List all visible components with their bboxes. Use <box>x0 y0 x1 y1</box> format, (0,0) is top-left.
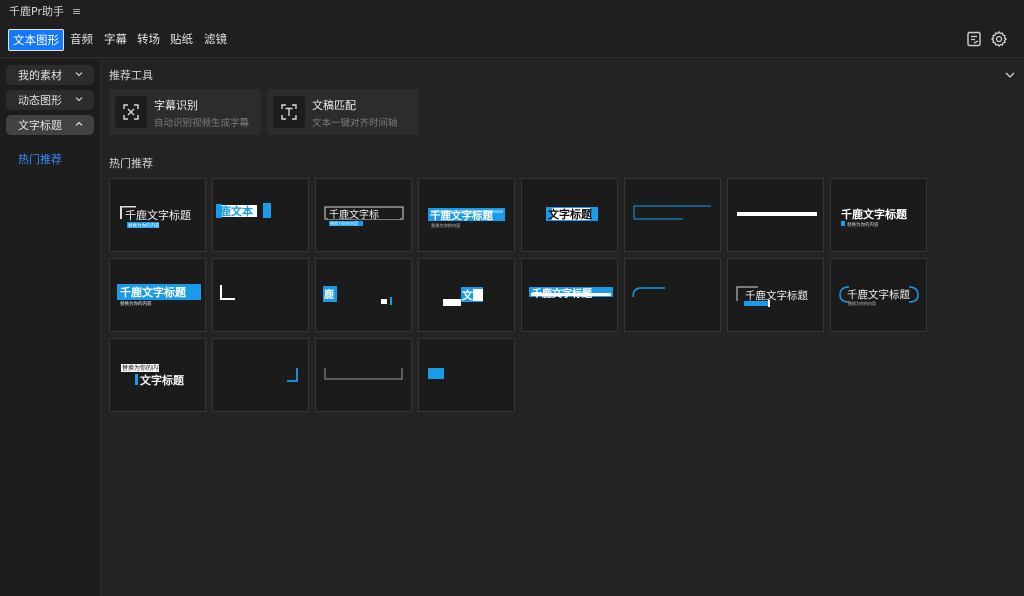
tool-card-subtitle-recognition[interactable]: 字幕识别 自动识别视频生成字幕 <box>109 89 261 135</box>
thumb-title: 文字标题 <box>548 207 593 221</box>
title-bar: 千鹿Pr助手 ≡ <box>0 0 1024 22</box>
sidebar-item-label: 我的素材 <box>18 69 62 82</box>
template-thumb[interactable] <box>212 338 309 412</box>
sidebar-item-label: 文字标题 <box>18 119 62 132</box>
template-thumb[interactable] <box>727 178 824 252</box>
thumb-title: 千鹿文字标题 <box>430 209 493 222</box>
template-thumb[interactable]: 千鹿文字标题 替换为你的内容 <box>830 258 927 332</box>
thumb-title: 千鹿文字标题 <box>120 285 187 299</box>
thumb-title: 千鹿文字标题 <box>125 208 191 222</box>
settings-gear-icon[interactable] <box>990 30 1008 48</box>
tool-title: 字幕识别 <box>154 99 198 112</box>
sidebar: 我的素材 动态图形 文字标题 热门推荐 <box>0 59 101 596</box>
thumb-title: 千鹿文字标题 <box>841 207 908 221</box>
tool-card-text-match[interactable]: 文稿匹配 文本一键对齐时间轴 <box>267 89 419 135</box>
tab-audio[interactable]: 音频 <box>67 29 96 51</box>
template-thumb[interactable] <box>212 258 309 332</box>
tab-filters[interactable]: 滤镜 <box>201 29 230 51</box>
template-thumb[interactable]: 鹿 <box>315 258 412 332</box>
collapse-chevron-icon[interactable] <box>1004 69 1016 81</box>
sidebar-item-text-titles[interactable]: 文字标题 <box>6 115 94 135</box>
thumb-title: 千鹿文字标题 <box>847 288 910 301</box>
tab-subtitles[interactable]: 字幕 <box>101 29 130 51</box>
template-thumb[interactable]: 千鹿文字标题 替换为你的内容 <box>109 258 206 332</box>
thumb-subtitle: 替换为你的内容 <box>120 300 152 307</box>
thumb-title: 鹿 <box>324 288 334 301</box>
thumb-subtitle: 替换为你的内容 <box>847 221 879 228</box>
sidebar-item-motion-graphics[interactable]: 动态图形 <box>6 90 94 110</box>
template-thumb[interactable] <box>624 258 721 332</box>
tab-stickers[interactable]: 贴纸 <box>167 29 196 51</box>
chevron-down-icon <box>75 97 83 102</box>
tool-description: 自动识别视频生成字幕 <box>154 118 250 129</box>
text-match-icon <box>273 96 305 128</box>
chevron-up-icon <box>75 121 83 126</box>
template-thumb[interactable]: 文字标题 <box>521 178 618 252</box>
tool-title: 文稿匹配 <box>312 99 356 112</box>
main-panel: 推荐工具 字幕识别 自动识别视频生成字幕 文稿匹配 文本一键对齐时间轴 热门推荐… <box>101 59 1024 596</box>
thumb-title: 鹿文本 <box>220 204 253 218</box>
hot-heading: 热门推荐 <box>109 157 153 170</box>
thumb-title: 千鹿文字标题 <box>532 287 593 300</box>
sidebar-subitem-hot[interactable]: 热门推荐 <box>18 151 62 167</box>
template-thumb[interactable]: 文 <box>418 258 515 332</box>
thumb-subtitle: 替换为你的内容 <box>330 220 358 226</box>
thumb-title: 千鹿文字标题 <box>745 289 808 302</box>
sidebar-item-my-assets[interactable]: 我的素材 <box>6 65 94 85</box>
hamburger-menu-icon[interactable]: ≡ <box>72 5 81 18</box>
tab-text-graphics[interactable]: 文本图形 <box>8 29 64 51</box>
tab-transitions[interactable]: 转场 <box>134 29 163 51</box>
template-thumb[interactable]: 鹿文本 <box>212 178 309 252</box>
template-thumb[interactable]: 千鹿文字标题 替换为你的内容 <box>109 178 206 252</box>
tab-bar: 文本图形 音频 字幕 转场 贴纸 滤镜 <box>0 22 1024 58</box>
template-thumb[interactable] <box>418 338 515 412</box>
chevron-down-icon <box>75 72 83 77</box>
template-thumb[interactable] <box>315 338 412 412</box>
notes-icon[interactable] <box>965 30 983 48</box>
template-thumb[interactable]: 千鹿文字标题 替换为你的内容 <box>830 178 927 252</box>
scan-subtitle-icon <box>115 96 147 128</box>
tool-description: 文本一键对齐时间轴 <box>312 118 398 129</box>
thumb-title: 文 <box>462 288 474 302</box>
template-thumb[interactable]: 千鹿文字标题 <box>727 258 824 332</box>
thumb-subtitle: 替换为你的内容 <box>128 222 160 229</box>
template-thumb[interactable]: 千鹿文字标题 <box>521 258 618 332</box>
thumb-subtitle: 替换为你的内容 <box>431 222 460 229</box>
thumb-title: 千鹿文字标 <box>329 208 379 221</box>
tools-heading: 推荐工具 <box>109 69 153 82</box>
thumb-subtitle: 替换为你的内容 <box>122 364 164 372</box>
app-title: 千鹿Pr助手 <box>9 5 64 18</box>
thumb-subtitle: 替换为你的内容 <box>848 300 876 306</box>
template-thumb[interactable] <box>624 178 721 252</box>
sidebar-item-label: 动态图形 <box>18 94 62 107</box>
thumb-title: 文字标题 <box>140 373 185 387</box>
template-thumb[interactable]: 千鹿文字标题 替换为你的内容 <box>418 178 515 252</box>
template-thumb[interactable]: 替换为你的内容 文字标题 <box>109 338 206 412</box>
template-thumb[interactable]: 千鹿文字标 替换为你的内容 <box>315 178 412 252</box>
